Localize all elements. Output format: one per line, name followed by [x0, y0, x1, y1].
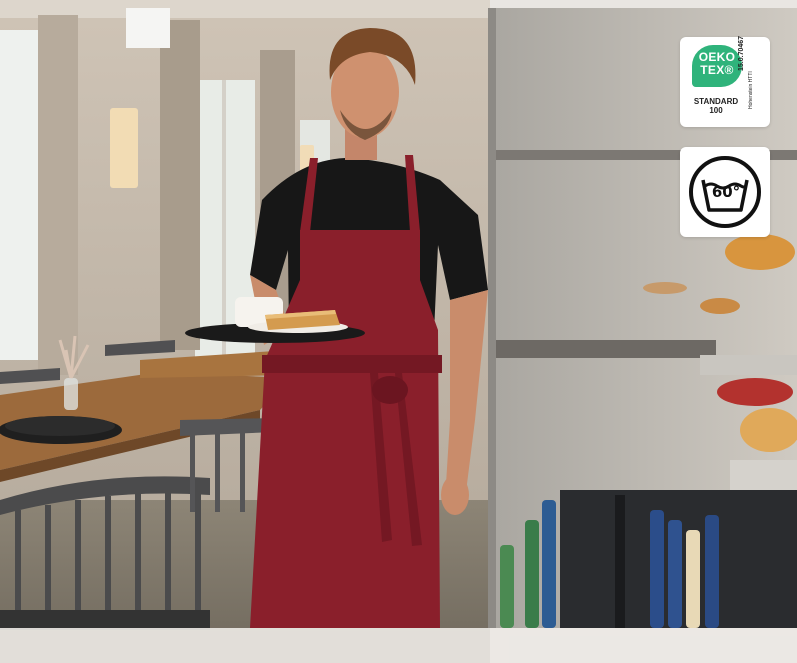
oeko-standard: STANDARD 100: [686, 97, 746, 115]
speaker: [126, 8, 170, 48]
window-left: [0, 30, 38, 360]
wash-temperature: 60°: [711, 183, 741, 201]
wash-60-badge: 60°: [680, 147, 770, 237]
curtain: [160, 20, 200, 350]
oeko-tex-badge: OEKO TEX® STANDARD 100 15.0.70467 Hohens…: [680, 36, 770, 127]
pastry: [725, 234, 795, 270]
oeko-brand: OEKO TEX®: [692, 51, 742, 77]
oeko-institute: Hohenstein HTTI: [748, 71, 754, 109]
counter-shelf: [496, 340, 716, 358]
cafe-scene: [0, 0, 797, 663]
oeko-brand-line2: TEX®: [700, 63, 734, 77]
pastry: [643, 282, 687, 294]
wall-lamp: [110, 108, 138, 188]
oeko-standard-label: STANDARD: [693, 97, 739, 106]
bottom-band: [0, 628, 797, 663]
product-photo: OEKO TEX® STANDARD 100 15.0.70467 Hohens…: [0, 0, 797, 663]
pastry: [700, 298, 740, 314]
vase: [64, 378, 78, 410]
pastry: [717, 378, 793, 406]
curtain: [38, 15, 78, 375]
oeko-certificate-number: 15.0.70467: [738, 35, 745, 71]
oeko-standard-number: 100: [709, 106, 723, 115]
